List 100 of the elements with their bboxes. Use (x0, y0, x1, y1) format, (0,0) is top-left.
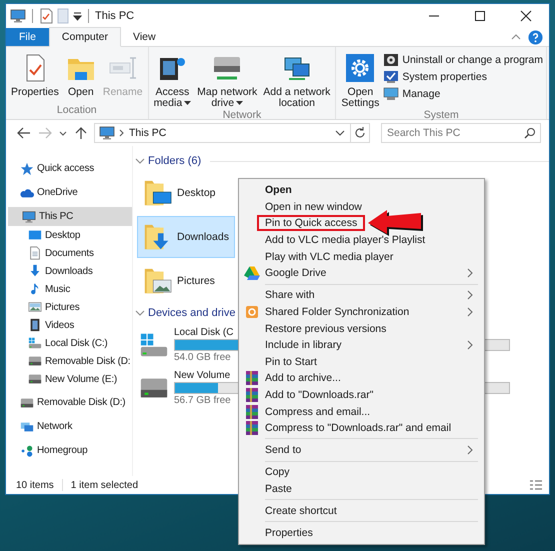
chevron-icon[interactable] (135, 309, 145, 317)
refresh-icon (354, 127, 366, 139)
help-icon[interactable] (528, 30, 543, 44)
back-icon[interactable] (16, 126, 32, 140)
computer-icon (99, 125, 115, 141)
checked-document-icon[interactable] (39, 8, 53, 24)
drive-icon (20, 396, 34, 410)
selection-status: 1 item selected (70, 480, 138, 490)
nav-item[interactable]: Downloads (6, 262, 132, 280)
refresh-button[interactable] (350, 123, 370, 143)
nav-item[interactable]: Music (6, 280, 132, 298)
details-view-icon[interactable] (529, 479, 543, 491)
hard-drive-icon (28, 336, 42, 350)
nav-item[interactable]: Local Disk (C:) (6, 334, 132, 352)
menu-item[interactable]: Send to (239, 442, 484, 458)
triangle-icon (244, 265, 260, 282)
nav-item[interactable]: OneDrive (6, 183, 132, 202)
menu-item[interactable]: Compress to "Downloads.rar" and email (239, 420, 484, 436)
menu-item[interactable]: Copy (239, 464, 484, 481)
ribbon-button[interactable]: Properties (9, 49, 61, 104)
menu-item[interactable]: Paste (239, 480, 484, 498)
ribbon-button[interactable]: Manage (383, 86, 544, 102)
menu-item[interactable]: Pin to Quick access (239, 215, 484, 232)
menu-item[interactable]: Share with (239, 287, 484, 304)
folder-item[interactable]: Pictures (137, 260, 235, 302)
chevron-icon (466, 306, 474, 318)
computer-icon (383, 86, 400, 102)
item-count: 10 items (16, 480, 54, 490)
picture-icon (28, 300, 42, 314)
nav-item[interactable]: Homegroup (6, 441, 132, 460)
nav-item[interactable]: Removable Disk (D:) (6, 393, 132, 412)
search-field[interactable]: Search This PC (381, 123, 541, 143)
ribbon-button[interactable]: Access media (152, 49, 194, 109)
menu-item[interactable]: Pin to Start (239, 353, 484, 370)
menu-item[interactable]: Properties (239, 524, 484, 542)
menu-item[interactable]: Restore previous versions (239, 320, 484, 337)
window-title: This PC (95, 10, 134, 22)
search-icon (524, 127, 536, 139)
collapse-icon[interactable] (510, 32, 522, 42)
books-icon (244, 420, 260, 436)
menu-item[interactable]: Open in new window (239, 198, 484, 216)
drive-name: Local Disk (C (174, 327, 234, 338)
location-text: This PC (129, 127, 166, 139)
menu-item[interactable]: Open (239, 182, 484, 199)
chevron-icon[interactable] (135, 157, 145, 165)
menu-item[interactable]: Add to VLC media player's Playlist (239, 232, 484, 248)
chevron-icon (466, 267, 474, 280)
drive-name: New Volume (174, 370, 230, 381)
chevron-icon (466, 444, 474, 456)
ribbon-button[interactable]: Open Settings (339, 49, 382, 109)
nav-item[interactable]: New Volume (E:) (6, 370, 132, 388)
caret-icon[interactable] (73, 11, 82, 21)
nav-item[interactable]: This PC (8, 207, 132, 226)
group-label: System (422, 109, 460, 123)
address-bar[interactable]: This PC (94, 123, 351, 143)
ribbon-button[interactable]: Add a network location (261, 49, 332, 109)
ribbon-tab[interactable]: View (121, 28, 168, 46)
caret-icon (236, 100, 244, 106)
nav-item[interactable]: Network (6, 417, 132, 436)
desktop-icon (28, 228, 42, 242)
ribbon-tab[interactable]: File (6, 28, 49, 46)
books-icon (244, 386, 260, 403)
up-icon[interactable] (73, 126, 89, 140)
folder-item[interactable]: Desktop (137, 172, 235, 214)
nav-item[interactable]: Pictures (6, 298, 132, 316)
section-title: Devices and drive (148, 307, 236, 319)
chevron-icon (118, 128, 126, 138)
monitor-check-icon (383, 69, 400, 85)
nav-item[interactable]: Quick access (6, 159, 132, 178)
computer-icon (10, 8, 26, 24)
drive-icon (28, 372, 42, 386)
ribbon-button[interactable]: Open (62, 49, 99, 104)
nav-item[interactable]: Removable Disk (D: (6, 352, 132, 370)
menu-item[interactable]: Add to "Downloads.rar" (239, 386, 484, 404)
nav-item[interactable]: Videos (6, 316, 132, 334)
dropdown-icon[interactable] (334, 128, 346, 138)
ribbon-button[interactable]: Map network drive (195, 49, 260, 109)
menu-item[interactable]: Play with VLC media player (239, 248, 484, 265)
pictures-folder-icon (142, 266, 172, 296)
books-icon (244, 404, 260, 420)
ribbon-tab[interactable]: Computer (48, 27, 122, 47)
chevron-icon (466, 289, 474, 302)
star-icon (20, 162, 34, 176)
film-icon (28, 318, 42, 332)
computer-icon (22, 210, 36, 224)
down-arrow-icon (28, 264, 42, 278)
ribbon-button[interactable]: Uninstall or change a program (383, 52, 544, 68)
folder-item[interactable]: Downloads (137, 216, 235, 258)
menu-item[interactable]: Compress and email... (239, 403, 484, 420)
menu-item[interactable]: Shared Folder Synchronization (239, 304, 484, 320)
free-space-text: 56.7 GB free (174, 395, 231, 406)
menu-item[interactable]: Include in library (239, 336, 484, 354)
nav-item[interactable]: Desktop (6, 226, 132, 244)
nav-item[interactable]: Documents (6, 244, 132, 262)
free-space-text: 54.0 GB free (174, 352, 231, 363)
menu-item[interactable]: Google Drive (239, 264, 484, 282)
menu-item[interactable]: Add to archive... (239, 370, 484, 387)
menu-item[interactable]: Create shortcut (239, 502, 484, 520)
ribbon-button[interactable]: System properties (383, 69, 544, 85)
settings-icon (344, 52, 376, 84)
